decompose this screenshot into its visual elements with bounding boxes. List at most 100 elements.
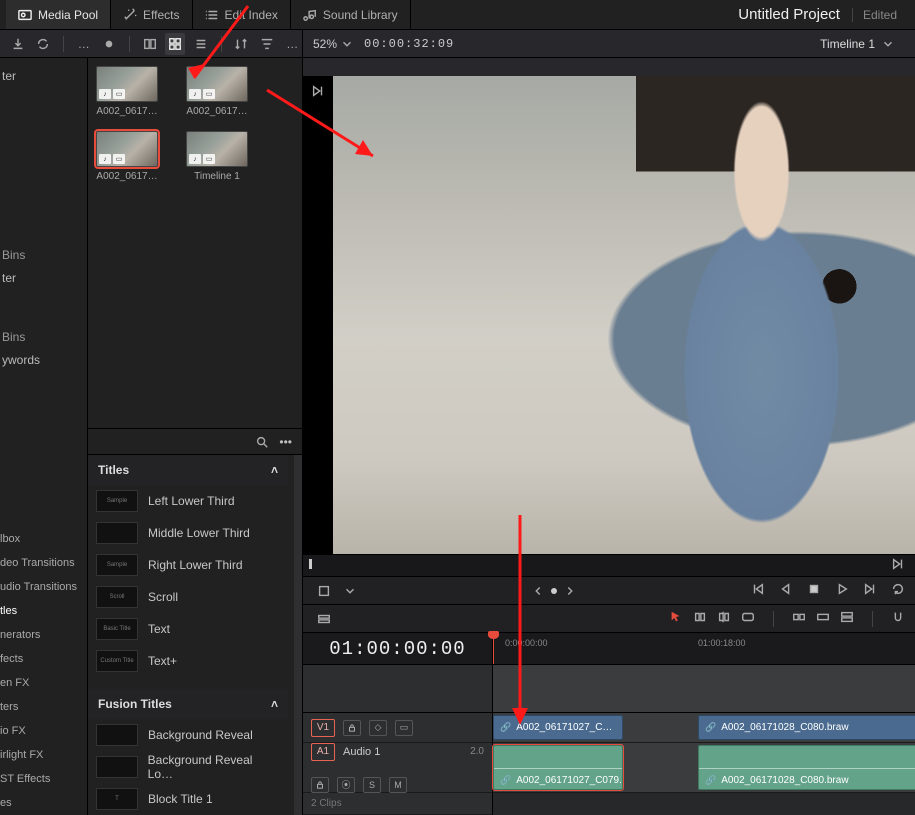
play-icon[interactable]: [835, 582, 849, 599]
track-lanes[interactable]: 🔗A002_06171027_C… 🔗A002_06171028_C080.bra…: [493, 713, 915, 815]
lock-icon[interactable]: [311, 777, 329, 793]
bin-item[interactable]: ywords: [0, 348, 83, 372]
track-tag[interactable]: A1: [311, 743, 335, 761]
effects-category[interactable]: udio Transitions: [0, 575, 87, 599]
ruler-ticks[interactable]: 0:00:00:00 01:00:18:00: [493, 633, 915, 664]
timeline-selector[interactable]: Timeline 1: [820, 37, 895, 51]
tab-media-pool[interactable]: Media Pool: [6, 0, 111, 29]
arrow-tool-icon[interactable]: [669, 610, 683, 627]
toggle-icon[interactable]: ◇: [369, 720, 387, 736]
insert-icon[interactable]: [792, 610, 806, 627]
effects-category[interactable]: nerators: [0, 623, 87, 647]
tab-effects[interactable]: Effects: [111, 0, 192, 29]
transport-bar: [303, 576, 915, 604]
effects-item[interactable]: SampleLeft Lower Third: [88, 485, 288, 517]
search-icon[interactable]: [255, 435, 269, 449]
video-clip[interactable]: 🔗A002_06171028_C080.braw: [698, 715, 915, 740]
viewer-scrubber[interactable]: [303, 554, 915, 576]
chevron-down-icon[interactable]: [343, 584, 357, 598]
mute-button[interactable]: M: [389, 777, 407, 793]
timeline-view-icon[interactable]: [313, 608, 335, 630]
crop-icon[interactable]: [313, 580, 335, 602]
skip-start-icon[interactable]: [751, 582, 765, 599]
effects-category[interactable]: en FX: [0, 671, 87, 695]
effect-name: Text+: [148, 654, 177, 668]
effects-category[interactable]: fects: [0, 647, 87, 671]
current-timecode: 01:00:00:00: [303, 633, 493, 664]
program-viewer[interactable]: [303, 76, 915, 554]
view-metadata-icon[interactable]: [140, 33, 160, 55]
filter-icon[interactable]: [257, 33, 277, 55]
lock-icon[interactable]: [343, 720, 361, 736]
step-back-icon[interactable]: [779, 582, 793, 599]
effects-item[interactable]: Custom TitleText+: [88, 645, 288, 677]
viewer-zoom[interactable]: 52%: [313, 37, 354, 51]
tab-edit-index[interactable]: Edit Index: [193, 0, 291, 29]
video-track-header[interactable]: V1 ◇ ▭: [303, 713, 492, 743]
sort-icon[interactable]: [231, 33, 251, 55]
bin-item[interactable]: ter: [0, 64, 83, 88]
solo-button[interactable]: S: [363, 777, 381, 793]
loop-icon[interactable]: [891, 582, 905, 599]
stop-icon[interactable]: [807, 582, 821, 599]
record-icon[interactable]: [99, 33, 119, 55]
video-lane[interactable]: 🔗A002_06171027_C… 🔗A002_06171028_C080.bra…: [493, 713, 915, 743]
effects-category[interactable]: ters: [0, 695, 87, 719]
ellipsis-icon[interactable]: …: [74, 33, 94, 55]
effects-item[interactable]: ScrollScroll: [88, 581, 288, 613]
link-tool-icon[interactable]: [741, 610, 755, 627]
effect-name: Background Reveal: [148, 728, 253, 742]
effect-name: Background Reveal Lo…: [148, 753, 280, 781]
audio-track-header[interactable]: A1 Audio 1 2.0 ⦿ S M: [303, 743, 492, 793]
effects-category[interactable]: ST Effects: [0, 767, 87, 791]
effects-item[interactable]: Background Reveal: [88, 719, 288, 751]
ellipsis-icon[interactable]: …: [282, 33, 302, 55]
clip-name: A002_06171028_C080.braw: [721, 722, 848, 733]
effects-group-head[interactable]: Fusion Titles˄: [88, 689, 288, 719]
effects-category[interactable]: deo Transitions: [0, 551, 87, 575]
bin-item[interactable]: ter: [0, 266, 83, 290]
media-clip[interactable]: ♪▭ A002_0617…: [96, 131, 158, 182]
effects-category[interactable]: es: [0, 791, 87, 815]
chevron-up-icon: ˄: [271, 463, 278, 477]
media-clip[interactable]: ♪▭ A002_0617…: [186, 66, 248, 117]
playhead[interactable]: [493, 633, 494, 664]
toggle-icon[interactable]: ▭: [395, 720, 413, 736]
view-thumb-icon[interactable]: [165, 33, 185, 55]
sync-icon[interactable]: [34, 33, 54, 55]
media-clip[interactable]: ♪▭ Timeline 1: [186, 131, 248, 182]
secondary-toolbar: … … 52% 00:00:32:09 Timeline 1: [0, 30, 915, 58]
import-icon[interactable]: [8, 33, 28, 55]
effects-category[interactable]: irlight FX: [0, 743, 87, 767]
mute-icon[interactable]: ⦿: [337, 777, 355, 793]
effects-category[interactable]: io FX: [0, 719, 87, 743]
effects-item[interactable]: Middle Lower Third: [88, 517, 288, 549]
overwrite-icon[interactable]: [816, 610, 830, 627]
effects-item[interactable]: Basic TitleText: [88, 613, 288, 645]
view-list-icon[interactable]: [191, 33, 211, 55]
next-edit-icon[interactable]: [891, 557, 909, 575]
next-edit-icon[interactable]: [311, 84, 331, 102]
effects-category[interactable]: lbox: [0, 527, 87, 551]
tab-sound-library[interactable]: Sound Library: [291, 0, 411, 29]
effects-item[interactable]: TBlock Title 1: [88, 783, 288, 815]
audio-clip[interactable]: 🔗A002_06171027_C079.b…: [493, 745, 623, 790]
media-clip[interactable]: ♪▭ A002_0617…: [96, 66, 158, 117]
track-tag[interactable]: V1: [311, 719, 335, 737]
more-icon[interactable]: •••: [279, 435, 292, 449]
video-clip[interactable]: 🔗A002_06171027_C…: [493, 715, 623, 740]
audio-clip[interactable]: 🔗A002_06171028_C080.braw: [698, 745, 915, 790]
snap-icon[interactable]: [891, 610, 905, 627]
audio-lane[interactable]: 🔗A002_06171027_C079.b… 🔗A002_06171028_C08…: [493, 743, 915, 793]
effects-item[interactable]: SampleRight Lower Third: [88, 549, 288, 581]
timeline-ruler[interactable]: 01:00:00:00 0:00:00:00 01:00:18:00: [303, 632, 915, 664]
trim-tool-icon[interactable]: [693, 610, 707, 627]
effects-item[interactable]: Background Reveal Lo…: [88, 751, 288, 783]
skip-end-icon[interactable]: [863, 582, 877, 599]
effects-group-head[interactable]: Titles˄: [88, 455, 288, 485]
clip-name: A002_06171027_C…: [516, 722, 612, 733]
effects-category[interactable]: tles: [0, 599, 87, 623]
blade-tool-icon[interactable]: [717, 610, 731, 627]
pager-dots[interactable]: [531, 584, 577, 598]
replace-icon[interactable]: [840, 610, 854, 627]
